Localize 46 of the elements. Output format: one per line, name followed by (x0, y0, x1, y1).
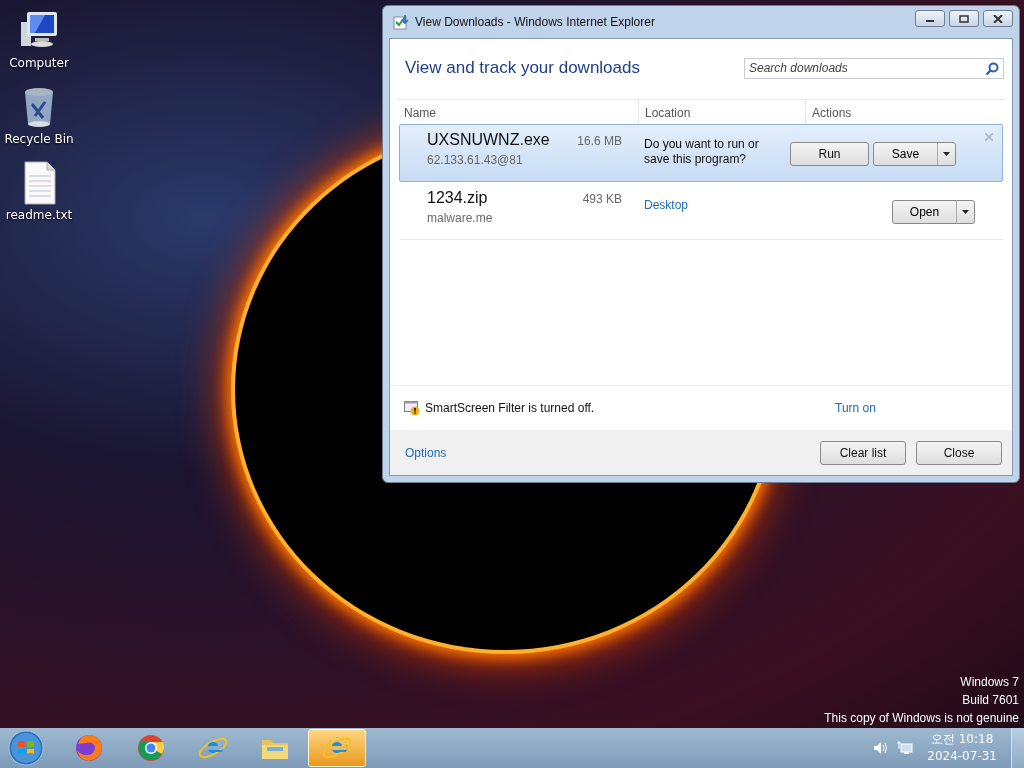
maximize-button[interactable] (949, 10, 979, 27)
icon-label[interactable]: Recycle Bin (4, 132, 74, 146)
notice-text: Build 7601 (962, 692, 1019, 709)
file-source: 62.133.61.43@81 (427, 153, 524, 167)
taskbar-app-button[interactable] (308, 729, 366, 767)
icon-label[interactable]: Computer (9, 56, 69, 70)
file-size: 16.6 MB (577, 134, 622, 148)
download-row[interactable]: 1234.zip 493 KB malware.me Desktop Open (399, 182, 1003, 240)
close-button[interactable] (983, 10, 1013, 27)
icon-label[interactable]: readme.txt (5, 208, 73, 222)
show-desktop-button[interactable] (1011, 728, 1024, 768)
window-title: View Downloads - Windows Internet Explorer (415, 15, 656, 29)
file-name: UXSNUWNZ.exe (427, 131, 550, 149)
options-link[interactable]: Options (405, 445, 447, 460)
location-link[interactable]: Desktop (644, 198, 689, 212)
file-size: 493 KB (582, 192, 622, 206)
caret-icon[interactable] (943, 152, 950, 156)
notice-text: Windows 7 (960, 674, 1019, 691)
split-button[interactable]: Open (892, 200, 975, 224)
search-field[interactable]: Search downloads (744, 57, 1004, 79)
file-name: 1234.zip (427, 189, 488, 207)
start-button-icon[interactable] (8, 730, 44, 766)
footer-button[interactable]: Close (916, 440, 1002, 465)
footer-button[interactable]: Clear list (820, 440, 906, 465)
download-icon (393, 14, 409, 30)
turn-on-link[interactable]: Turn on (835, 401, 876, 415)
minimize-button[interactable] (915, 10, 945, 27)
speaker-icon[interactable] (873, 740, 890, 756)
file-source: malware.me (427, 211, 494, 225)
heading: View and track your downloads (405, 58, 640, 78)
maximize-icon (959, 14, 969, 23)
search-icon (985, 61, 999, 76)
split-button[interactable]: Save (873, 142, 956, 166)
smartscreen-message: SmartScreen Filter is turned off. (425, 401, 596, 415)
firefox-icon[interactable] (73, 732, 105, 764)
action-button[interactable]: Run (790, 142, 869, 166)
close-icon (993, 14, 1003, 23)
shield-warning-icon (404, 400, 420, 416)
notice-text: This copy of Windows is not genuine (824, 710, 1019, 727)
download-row[interactable]: UXSNUWNZ.exe 16.6 MB 62.133.61.43@81 Do you want to run or save this program? Run Save (399, 124, 1003, 182)
chrome-icon[interactable] (135, 732, 167, 764)
prompt-message: Do you want to run or save this program? (644, 137, 760, 167)
dismiss-icon[interactable] (985, 133, 993, 141)
network-icon[interactable] (897, 740, 914, 756)
column-header[interactable]: Name (398, 100, 638, 124)
caret-icon[interactable] (962, 210, 969, 214)
